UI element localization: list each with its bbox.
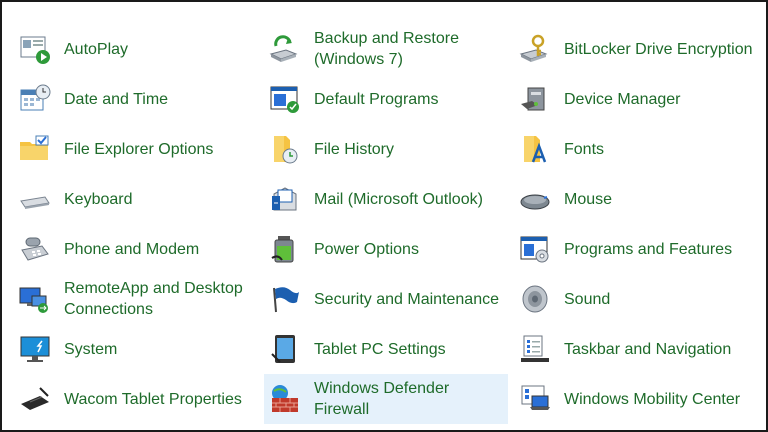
item-label: Fonts <box>564 140 605 158</box>
programs-features-icon <box>520 236 549 263</box>
item-device-manager[interactable]: Device Manager <box>516 74 766 124</box>
security-flag-icon <box>273 287 299 313</box>
item-file-explorer-options[interactable]: File Explorer Options <box>16 124 266 174</box>
item-label: Backup and Restore (Windows 7) <box>314 30 459 68</box>
folder-options-icon <box>20 135 49 160</box>
item-label: BitLocker Drive Encryption <box>564 40 753 58</box>
sound-icon <box>522 285 548 313</box>
file-history-icon <box>274 136 298 164</box>
item-file-history[interactable]: File History <box>266 124 516 174</box>
fonts-icon <box>524 136 547 163</box>
date-time-icon <box>20 84 51 111</box>
item-label: RemoteApp and Desktop Connections <box>64 280 243 318</box>
item-security-maintenance[interactable]: Security and Maintenance <box>266 274 516 324</box>
item-date-time[interactable]: Date and Time <box>16 74 266 124</box>
item-label: Mouse <box>564 190 613 208</box>
item-label: AutoPlay <box>64 40 129 58</box>
wacom-tablet-icon <box>21 387 49 410</box>
item-autoplay[interactable]: AutoPlay <box>16 24 266 74</box>
item-label: Security and Maintenance <box>314 290 499 308</box>
bitlocker-icon <box>519 34 548 62</box>
column-2: Backup and Restore (Windows 7) Default P… <box>264 2 516 424</box>
item-power-options[interactable]: Power Options <box>266 224 516 274</box>
item-mail[interactable]: Mail (Microsoft Outlook) <box>266 174 516 224</box>
device-manager-icon <box>521 87 545 111</box>
control-panel-grid: AutoPlay Date and Time File Explorer Opt… <box>2 2 766 430</box>
item-label: Wacom Tablet Properties <box>64 390 242 408</box>
item-label: Mail (Microsoft Outlook) <box>314 190 483 208</box>
item-windows-defender-firewall[interactable]: Windows Defender Firewall <box>264 374 508 424</box>
item-default-programs[interactable]: Default Programs <box>266 74 516 124</box>
item-label: Taskbar and Navigation <box>564 340 732 358</box>
item-label: Phone and Modem <box>64 240 200 258</box>
item-system[interactable]: System <box>16 324 266 374</box>
remote-desktop-icon <box>19 287 48 313</box>
item-label: File History <box>314 140 395 158</box>
item-mouse[interactable]: Mouse <box>516 174 766 224</box>
item-phone-modem[interactable]: Phone and Modem <box>16 224 266 274</box>
autoplay-icon <box>20 36 50 64</box>
column-1: AutoPlay Date and Time File Explorer Opt… <box>16 2 266 424</box>
item-label: Windows Defender Firewall <box>314 380 450 418</box>
default-programs-icon <box>270 86 299 113</box>
item-keyboard[interactable]: Keyboard <box>16 174 266 224</box>
firewall-icon <box>272 385 298 412</box>
item-wacom[interactable]: Wacom Tablet Properties <box>16 374 266 424</box>
item-backup-restore[interactable]: Backup and Restore (Windows 7) <box>266 24 516 74</box>
tablet-pc-icon <box>271 335 295 363</box>
item-label: Programs and Features <box>564 240 733 258</box>
item-label: System <box>64 340 118 358</box>
item-label: Date and Time <box>64 90 169 108</box>
keyboard-icon <box>20 196 50 209</box>
item-taskbar-navigation[interactable]: Taskbar and Navigation <box>516 324 766 374</box>
mouse-icon <box>520 194 550 210</box>
mobility-center-icon <box>521 385 550 410</box>
item-fonts[interactable]: Fonts <box>516 124 766 174</box>
mail-icon <box>272 187 297 211</box>
power-icon <box>271 236 294 263</box>
item-bitlocker[interactable]: BitLocker Drive Encryption <box>516 24 766 74</box>
item-remoteapp[interactable]: RemoteApp and Desktop Connections <box>16 274 266 324</box>
item-mobility-center[interactable]: Windows Mobility Center <box>516 374 766 424</box>
system-icon <box>20 336 50 362</box>
backup-icon <box>269 35 298 62</box>
item-sound[interactable]: Sound <box>516 274 766 324</box>
item-label: Windows Mobility Center <box>564 390 741 408</box>
item-programs-features[interactable]: Programs and Features <box>516 224 766 274</box>
item-label: Keyboard <box>64 190 133 208</box>
item-tablet-pc-settings[interactable]: Tablet PC Settings <box>266 324 516 374</box>
item-label: Default Programs <box>314 90 439 108</box>
item-label: Tablet PC Settings <box>314 340 446 358</box>
column-3: BitLocker Drive Encryption Device Manage… <box>516 2 766 424</box>
item-label: Sound <box>564 290 611 308</box>
item-label: File Explorer Options <box>64 140 214 158</box>
taskbar-icon <box>521 335 549 362</box>
item-label: Device Manager <box>564 90 681 108</box>
phone-icon <box>21 237 49 261</box>
item-label: Power Options <box>314 240 419 258</box>
